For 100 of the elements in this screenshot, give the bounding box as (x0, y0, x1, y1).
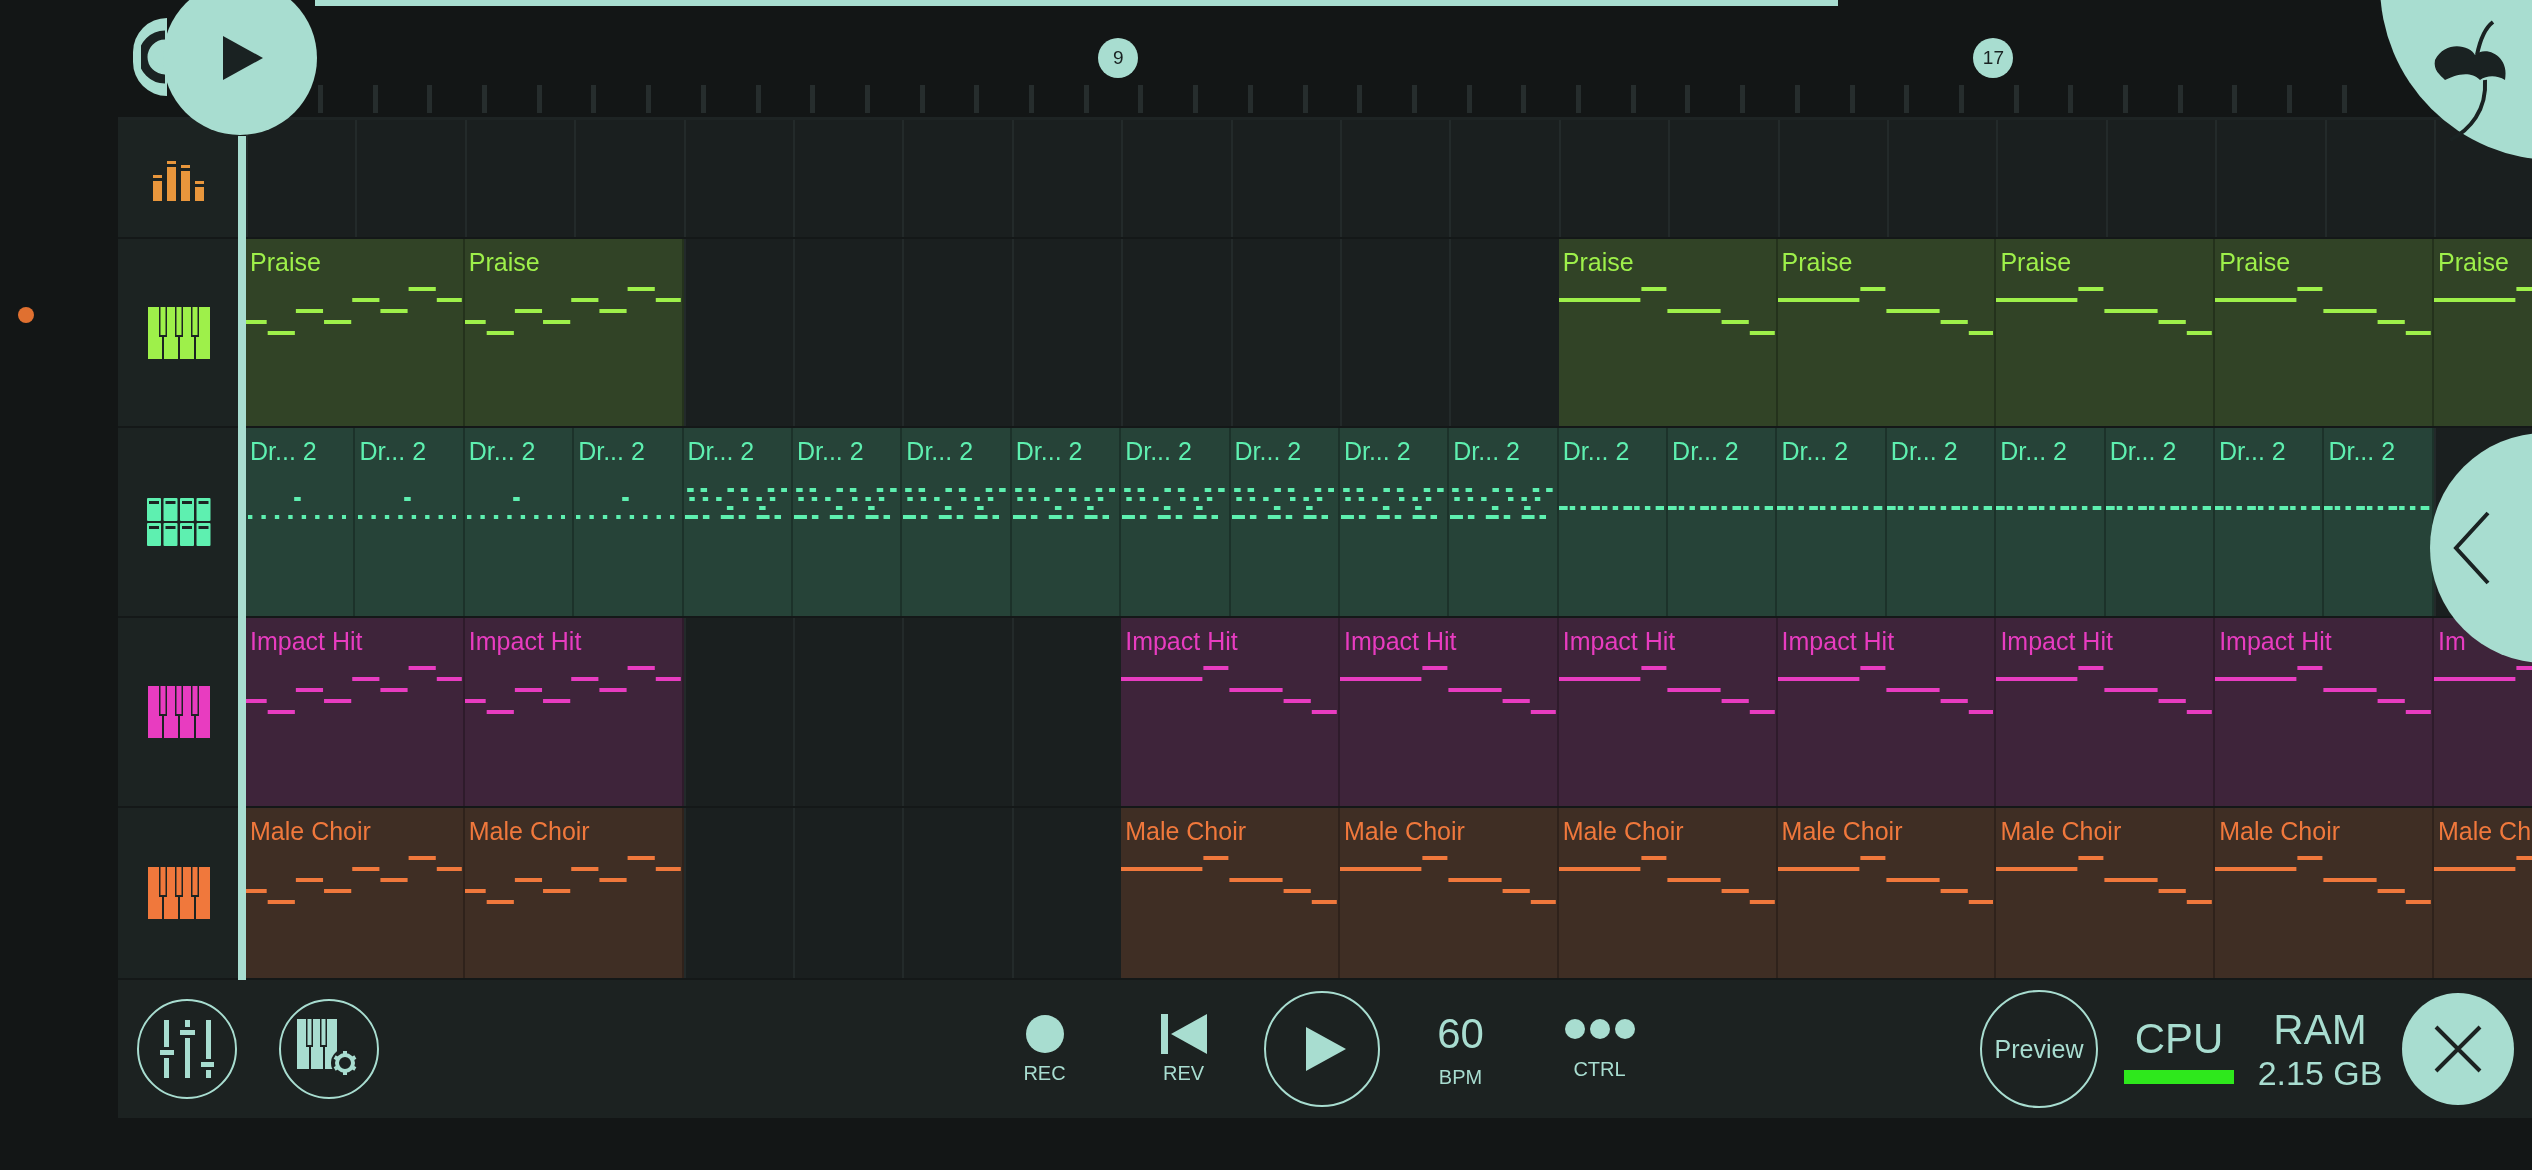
pattern-clip[interactable]: Dr... 2 (1777, 428, 1887, 616)
clip-label: Dr... 2 (577, 436, 645, 466)
pattern-clip[interactable]: Dr... 2 (574, 428, 684, 616)
track-header[interactable] (118, 239, 240, 426)
pattern-clip[interactable]: Male Choir (464, 808, 684, 978)
track-header[interactable] (118, 428, 240, 616)
rewind-button[interactable]: REV (1114, 1013, 1253, 1085)
pattern-clip[interactable]: Dr... 2 (1230, 428, 1340, 616)
clip-label: Dr... 2 (1014, 436, 1083, 466)
tempo-button[interactable]: 60 BPM (1391, 1009, 1530, 1089)
pattern-clip[interactable]: Dr... 2 (1668, 428, 1778, 616)
clip-label: Male Choir (249, 816, 371, 846)
pattern-clip[interactable]: Dr... 2 (792, 428, 903, 616)
clip-label: Dr... 2 (1671, 436, 1739, 466)
pattern-clip[interactable]: Male Choir (1558, 808, 1778, 978)
pattern-clip[interactable]: Praise (2433, 239, 2532, 426)
pattern-clip[interactable]: Dr... 2 (1886, 428, 1997, 616)
preview-button[interactable]: Preview (1980, 990, 2098, 1108)
track-lane[interactable] (246, 120, 2532, 237)
more-icon (1563, 1017, 1636, 1040)
pattern-clip[interactable]: Male Choir (1121, 808, 1340, 978)
clip-label: Dr... 2 (686, 436, 755, 466)
play-button[interactable] (1264, 991, 1380, 1107)
pattern-clip[interactable]: Dr... 2 (464, 428, 575, 616)
pattern-clip[interactable]: Male Choir (2215, 808, 2434, 978)
clip-label: Dr... 2 (1124, 436, 1192, 466)
pattern-clip[interactable]: Dr... 2 (355, 428, 465, 616)
pattern-clip[interactable]: Praise (246, 239, 465, 426)
clip-label: Praise (249, 247, 321, 277)
cpu-label: CPU (2134, 1014, 2224, 1064)
pattern-clip[interactable]: Impact Hit (464, 618, 684, 806)
clip-label: Male Ch (2436, 816, 2532, 846)
drum-pads-icon[interactable] (147, 498, 211, 546)
clip-label: Praise (467, 247, 540, 277)
pattern-clip[interactable]: Praise (1996, 239, 2216, 426)
mixer-button[interactable] (137, 999, 237, 1099)
clip-label: Dr... 2 (795, 436, 864, 466)
controls-button[interactable]: CTRL (1530, 1017, 1669, 1081)
pattern-clip[interactable]: Praise (2215, 239, 2434, 426)
clip-label: Male Choir (2218, 816, 2341, 846)
pattern-clip[interactable]: Male Choir (1777, 808, 1997, 978)
clip-label: Praise (1999, 247, 2072, 277)
piano-icon[interactable] (148, 867, 210, 919)
pattern-clip[interactable]: Male Choir (1340, 808, 1559, 978)
clip-label: Dr... 2 (2108, 436, 2177, 466)
instrument-settings-button[interactable] (279, 999, 379, 1099)
record-icon (1024, 1013, 1065, 1054)
pattern-clip[interactable]: Dr... 2 (683, 428, 793, 616)
pattern-clip[interactable]: Dr... 2 (902, 428, 1012, 616)
ram-label: RAM (2273, 1006, 2367, 1054)
pattern-clip[interactable]: Male Choir (246, 808, 465, 978)
clip-label: Praise (2436, 247, 2509, 277)
record-button[interactable]: REC (975, 1013, 1114, 1085)
pattern-clip[interactable]: Male Ch (2433, 808, 2532, 978)
track-header[interactable] (118, 618, 240, 806)
clip-label: Impact Hit (1780, 626, 1895, 656)
clip-label: Dr... 2 (1452, 436, 1520, 466)
clip-label: Impact Hit (1999, 626, 2113, 656)
pattern-clip[interactable]: Praise (1558, 239, 1778, 426)
clip-label: Im (2436, 626, 2466, 656)
pattern-clip[interactable]: Dr... 2 (1449, 428, 1559, 616)
skip-back-icon (1160, 1013, 1207, 1054)
pattern-clip[interactable]: Impact Hit (246, 618, 465, 806)
pattern-clip[interactable]: Dr... 2 (2105, 428, 2216, 616)
chevron-left-icon (2452, 511, 2492, 585)
pattern-clip[interactable]: Dr... 2 (2215, 428, 2325, 616)
clip-label: Dr... 2 (1999, 436, 2067, 466)
clip-label: Male Choir (467, 816, 590, 846)
clip-label: Dr... 2 (358, 436, 427, 466)
pattern-clip[interactable]: Impact Hit (1777, 618, 1997, 806)
clip-label: Dr... 2 (2327, 436, 2396, 466)
bar-marker[interactable]: 9 (1098, 38, 1139, 78)
pattern-clip[interactable]: Dr... 2 (246, 428, 356, 616)
pattern-clip[interactable]: Dr... 2 (1339, 428, 1450, 616)
clip-label: Impact Hit (1561, 626, 1676, 656)
pattern-clip[interactable]: Dr... 2 (2324, 428, 2434, 616)
pattern-clip[interactable]: Dr... 2 (1121, 428, 1231, 616)
track-header[interactable] (118, 120, 240, 237)
pattern-clip[interactable]: Impact Hit (1340, 618, 1559, 806)
pattern-clip[interactable]: Impact Hit (2215, 618, 2434, 806)
clip-label: Dr... 2 (1561, 436, 1630, 466)
pattern-clip[interactable]: Impact Hit (1996, 618, 2216, 806)
play-icon (1306, 1027, 1346, 1071)
clip-label: Male Choir (1124, 816, 1247, 846)
clip-label: Impact Hit (249, 626, 363, 656)
bar-marker[interactable]: 17 (1973, 38, 2014, 78)
scroll-bar[interactable] (315, 0, 1838, 6)
track-header[interactable] (118, 808, 240, 978)
pattern-clip[interactable]: Impact Hit (1558, 618, 1778, 806)
pattern-clip[interactable]: Dr... 2 (1996, 428, 2106, 616)
pattern-clip[interactable]: Praise (1777, 239, 1997, 426)
clip-label: Praise (1780, 247, 1853, 277)
clip-label: Dr... 2 (467, 436, 536, 466)
pattern-clip[interactable]: Dr... 2 (1011, 428, 1122, 616)
pattern-clip[interactable]: Dr... 2 (1558, 428, 1669, 616)
pattern-clip[interactable]: Male Choir (1996, 808, 2216, 978)
piano-icon[interactable] (148, 306, 210, 359)
clip-label: Dr... 2 (249, 436, 317, 466)
pattern-clip[interactable]: Praise (464, 239, 684, 426)
pattern-clip[interactable]: Impact Hit (1121, 618, 1340, 806)
